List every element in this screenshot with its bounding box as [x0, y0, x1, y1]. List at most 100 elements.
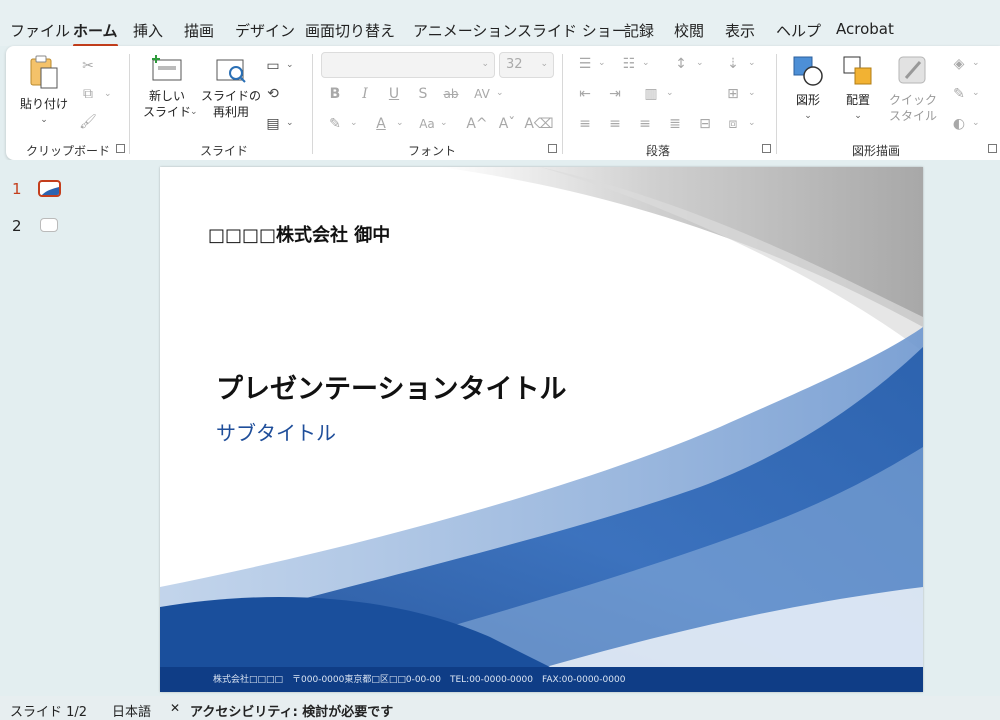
- reuse-slides-label-2: 再利用: [212, 105, 249, 119]
- bullets-chevron-icon[interactable]: ⌄: [598, 58, 606, 68]
- tab-draw[interactable]: 描画: [184, 20, 214, 41]
- italic-icon[interactable]: I: [354, 84, 376, 104]
- accessibility-icon[interactable]: ✕: [170, 701, 180, 715]
- columns-chevron-icon[interactable]: ⌄: [666, 88, 674, 98]
- shape-fill-icon[interactable]: ◈: [948, 54, 970, 74]
- tab-insert[interactable]: 挿入: [133, 20, 163, 41]
- case-chevron-icon[interactable]: ⌄: [440, 118, 448, 128]
- tab-file[interactable]: ファイル: [10, 20, 70, 41]
- underline-icon[interactable]: U: [383, 84, 405, 104]
- font-size-combo[interactable]: 32 ⌄: [499, 52, 554, 78]
- shapes-label: 図形: [795, 93, 820, 107]
- format-painter-icon[interactable]: 🖌: [77, 112, 99, 132]
- slide-indicator[interactable]: スライド 1/2: [10, 701, 87, 720]
- highlight-chevron-icon[interactable]: ⌄: [350, 118, 358, 128]
- align-center-icon[interactable]: ≡: [604, 114, 626, 134]
- strikethrough-icon[interactable]: ab: [440, 84, 462, 104]
- slide-title[interactable]: プレゼンテーションタイトル: [216, 367, 566, 406]
- arrange-icon: [843, 56, 872, 85]
- language-indicator[interactable]: 日本語: [112, 701, 151, 720]
- tab-home[interactable]: ホーム: [73, 20, 118, 47]
- font-size-value: 32: [506, 57, 523, 72]
- shadow-icon[interactable]: S: [412, 84, 434, 104]
- tab-acrobat[interactable]: Acrobat: [836, 20, 894, 38]
- align-text-chevron-icon[interactable]: ⌄: [748, 88, 756, 98]
- arrange-label: 配置: [845, 93, 870, 107]
- section-chevron-icon[interactable]: ⌄: [286, 118, 294, 128]
- layout-icon[interactable]: ▭: [262, 56, 284, 76]
- copy-icon[interactable]: ⧉: [77, 84, 99, 104]
- chevron-down-icon: ⌄: [540, 59, 548, 69]
- layout-chevron-icon[interactable]: ⌄: [286, 60, 294, 70]
- new-slide-chevron-icon[interactable]: ⌄: [190, 107, 198, 117]
- text-direction-icon[interactable]: ⇣: [722, 54, 744, 74]
- accessibility-status[interactable]: アクセシビリティ: 検討が必要です: [190, 701, 393, 720]
- increase-font-icon[interactable]: A^: [466, 114, 488, 134]
- shapes-button[interactable]: 図形 ⌄: [786, 54, 830, 124]
- smartart-chevron-icon[interactable]: ⌄: [748, 118, 756, 128]
- direction-chevron-icon[interactable]: ⌄: [748, 58, 756, 68]
- clipboard-launcher-icon[interactable]: [116, 144, 125, 153]
- shape-effects-icon[interactable]: ◐: [948, 114, 970, 134]
- line-spacing-chevron-icon[interactable]: ⌄: [696, 58, 704, 68]
- new-slide-icon: [152, 55, 182, 81]
- tab-review[interactable]: 校閲: [674, 20, 704, 41]
- smartart-icon[interactable]: ⧈: [722, 114, 744, 134]
- quick-styles-button[interactable]: クイック スタイル: [882, 54, 944, 124]
- tab-design[interactable]: デザイン: [235, 20, 295, 41]
- font-color-chevron-icon[interactable]: ⌄: [396, 118, 404, 128]
- bullets-icon[interactable]: ☰: [574, 54, 596, 74]
- tab-animations[interactable]: アニメーション: [413, 20, 517, 41]
- thumbnail-number: 1: [12, 180, 22, 198]
- slide-editor[interactable]: □□□□株式会社 御中 プレゼンテーションタイトル サブタイトル 株式会社□□□…: [160, 167, 923, 692]
- paste-button[interactable]: 貼り付け ⌄: [16, 54, 72, 128]
- slide-subtitle[interactable]: サブタイトル: [216, 417, 336, 446]
- bold-icon[interactable]: B: [324, 84, 346, 104]
- tab-help[interactable]: ヘルプ: [776, 20, 821, 41]
- spacing-chevron-icon[interactable]: ⌄: [496, 88, 504, 98]
- ribbon: 貼り付け ⌄ ✂ ⧉ ⌄ 🖌 クリップボード 新しい スライド ⌄ スライドの …: [6, 46, 1000, 160]
- cut-icon[interactable]: ✂: [77, 56, 99, 76]
- increase-indent-icon[interactable]: ⇥: [604, 84, 626, 104]
- font-launcher-icon[interactable]: [548, 144, 557, 153]
- quick-styles-label-1: クイック: [888, 93, 937, 107]
- company-name[interactable]: □□□□株式会社 御中: [208, 221, 390, 247]
- tab-view[interactable]: 表示: [725, 20, 755, 41]
- slide-thumbnail[interactable]: [38, 180, 61, 197]
- distributed-icon[interactable]: ⊟: [694, 114, 716, 134]
- tab-transitions[interactable]: 画面切り替え: [305, 20, 395, 41]
- justify-icon[interactable]: ≣: [664, 114, 686, 134]
- character-spacing-icon[interactable]: AV: [471, 84, 493, 104]
- align-text-icon[interactable]: ⊞: [722, 84, 744, 104]
- line-spacing-icon[interactable]: ↕: [670, 54, 692, 74]
- numbering-chevron-icon[interactable]: ⌄: [642, 58, 650, 68]
- arrange-button[interactable]: 配置 ⌄: [836, 54, 880, 124]
- slide-footer[interactable]: 株式会社□□□□ 〒000-0000東京都□区□□0-00-00 TEL:00-…: [213, 672, 625, 685]
- font-name-combo[interactable]: ⌄: [321, 52, 495, 78]
- reuse-slides-button[interactable]: スライドの 再利用: [200, 54, 262, 120]
- tab-record[interactable]: 記録: [624, 20, 654, 41]
- effects-chevron-icon[interactable]: ⌄: [972, 118, 980, 128]
- section-icon[interactable]: ▤: [262, 114, 284, 134]
- clear-format-icon[interactable]: A⌫: [524, 114, 553, 134]
- tab-slideshow[interactable]: スライド ショー: [517, 20, 627, 41]
- reset-icon[interactable]: ⟲: [262, 84, 284, 104]
- numbering-icon[interactable]: ☷: [618, 54, 640, 74]
- highlight-icon[interactable]: ✎: [324, 114, 346, 134]
- fill-chevron-icon[interactable]: ⌄: [972, 58, 980, 68]
- drawing-launcher-icon[interactable]: [988, 144, 997, 153]
- columns-icon[interactable]: ▥: [640, 84, 662, 104]
- decrease-font-icon[interactable]: Aˇ: [496, 114, 518, 134]
- shape-outline-icon[interactable]: ✎: [948, 84, 970, 104]
- decrease-indent-icon[interactable]: ⇤: [574, 84, 596, 104]
- copy-chevron-icon[interactable]: ⌄: [104, 89, 112, 99]
- font-color-icon[interactable]: A: [370, 114, 392, 134]
- new-slide-button[interactable]: 新しい スライド: [140, 54, 194, 120]
- outline-chevron-icon[interactable]: ⌄: [972, 88, 980, 98]
- paragraph-launcher-icon[interactable]: [762, 144, 771, 153]
- change-case-icon[interactable]: Aa: [416, 114, 438, 134]
- align-left-icon[interactable]: ≡: [574, 114, 596, 134]
- slide-thumbnail[interactable]: [40, 218, 58, 232]
- align-right-icon[interactable]: ≡: [634, 114, 656, 134]
- quick-styles-label-2: スタイル: [888, 109, 937, 123]
